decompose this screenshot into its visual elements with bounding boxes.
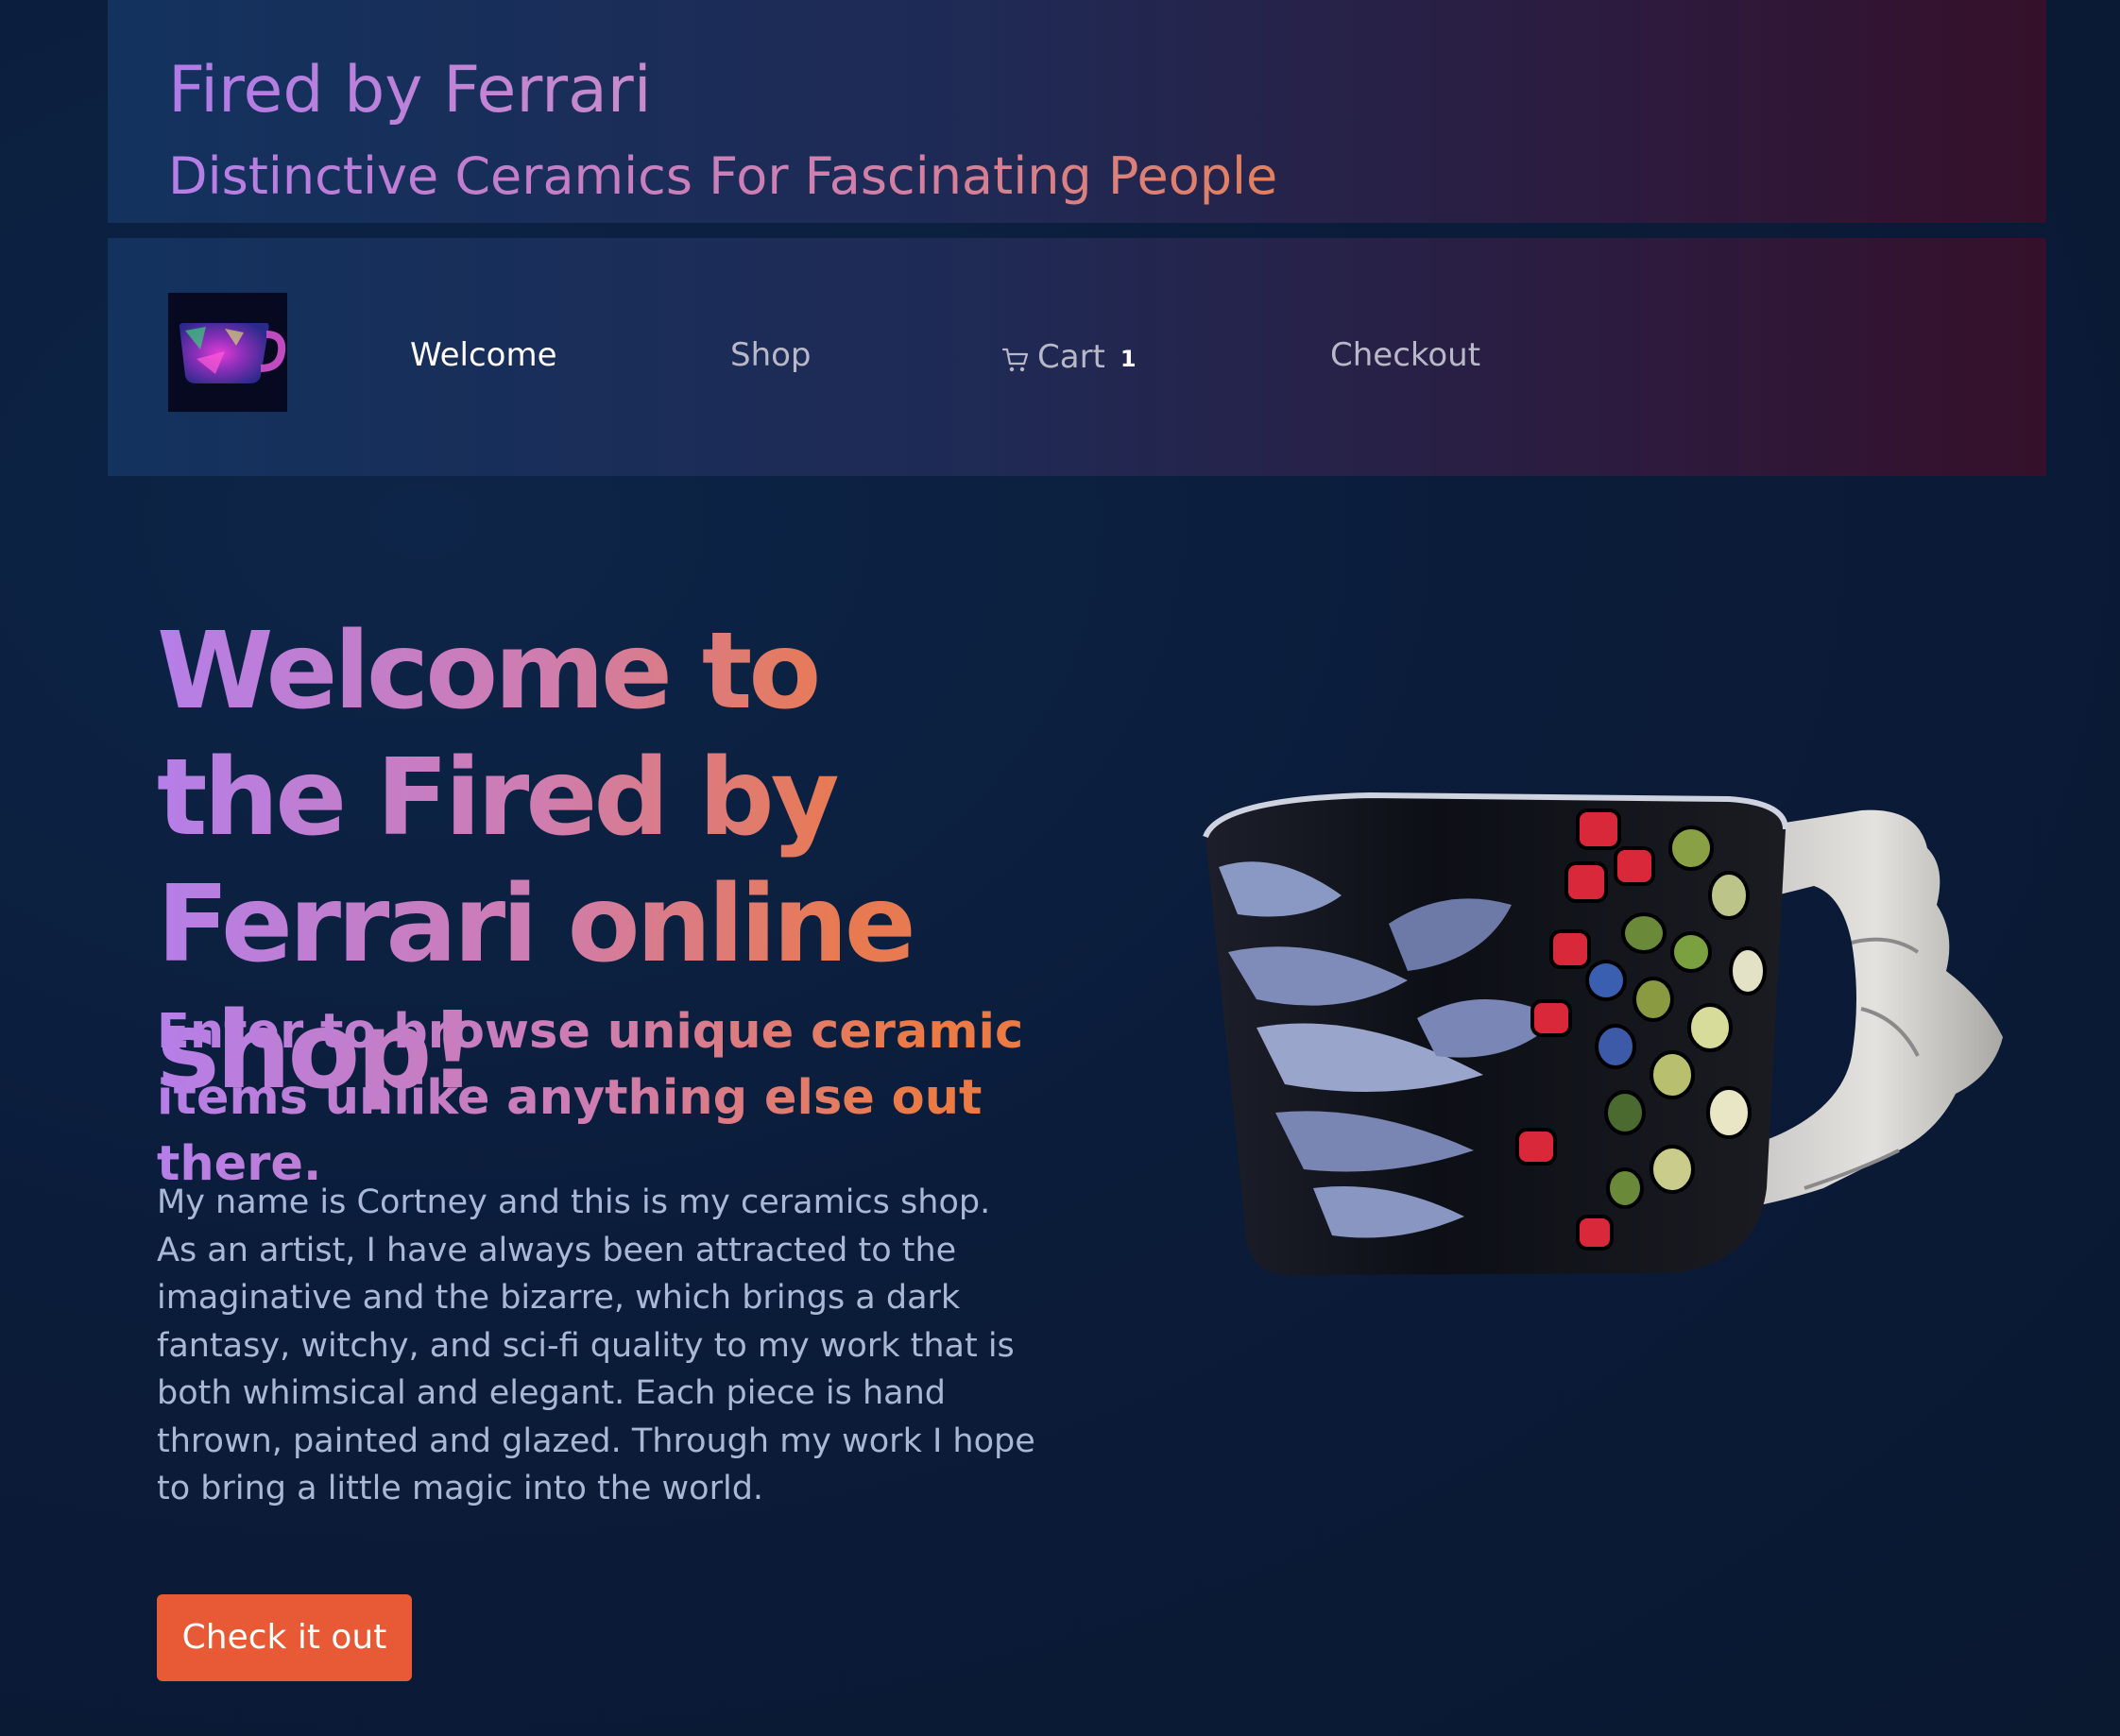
nav-item-shop[interactable]: Shop [730, 336, 812, 374]
nav-item-cart[interactable]: Cart 1 [1001, 336, 1137, 378]
hero-subheading: Enter to browse unique ceramic items unl… [157, 999, 1045, 1198]
site-header: Fired by Ferrari Distinctive Ceramics Fo… [108, 0, 2046, 223]
nav-item-welcome[interactable]: Welcome [410, 336, 557, 374]
cart-icon [1001, 348, 1029, 372]
nav-item-cart-label: Cart [1037, 338, 1105, 376]
hero-description: My name is Cortney and this is my cerami… [157, 1183, 1035, 1507]
cart-count-badge: 1 [1120, 346, 1137, 372]
site-tagline: Distinctive Ceramics For Fascinating Peo… [168, 146, 1278, 206]
check-it-out-button[interactable]: Check it out [157, 1594, 412, 1681]
mug-logo-icon[interactable] [168, 293, 287, 412]
ceramic-mug-image [1200, 791, 2009, 1283]
page: Fired by Ferrari Distinctive Ceramics Fo… [0, 0, 2120, 1736]
site-title: Fired by Ferrari [168, 53, 652, 128]
main-nav: Welcome Shop Cart 1 Checkout [108, 238, 2046, 476]
nav-item-checkout[interactable]: Checkout [1330, 336, 1480, 374]
